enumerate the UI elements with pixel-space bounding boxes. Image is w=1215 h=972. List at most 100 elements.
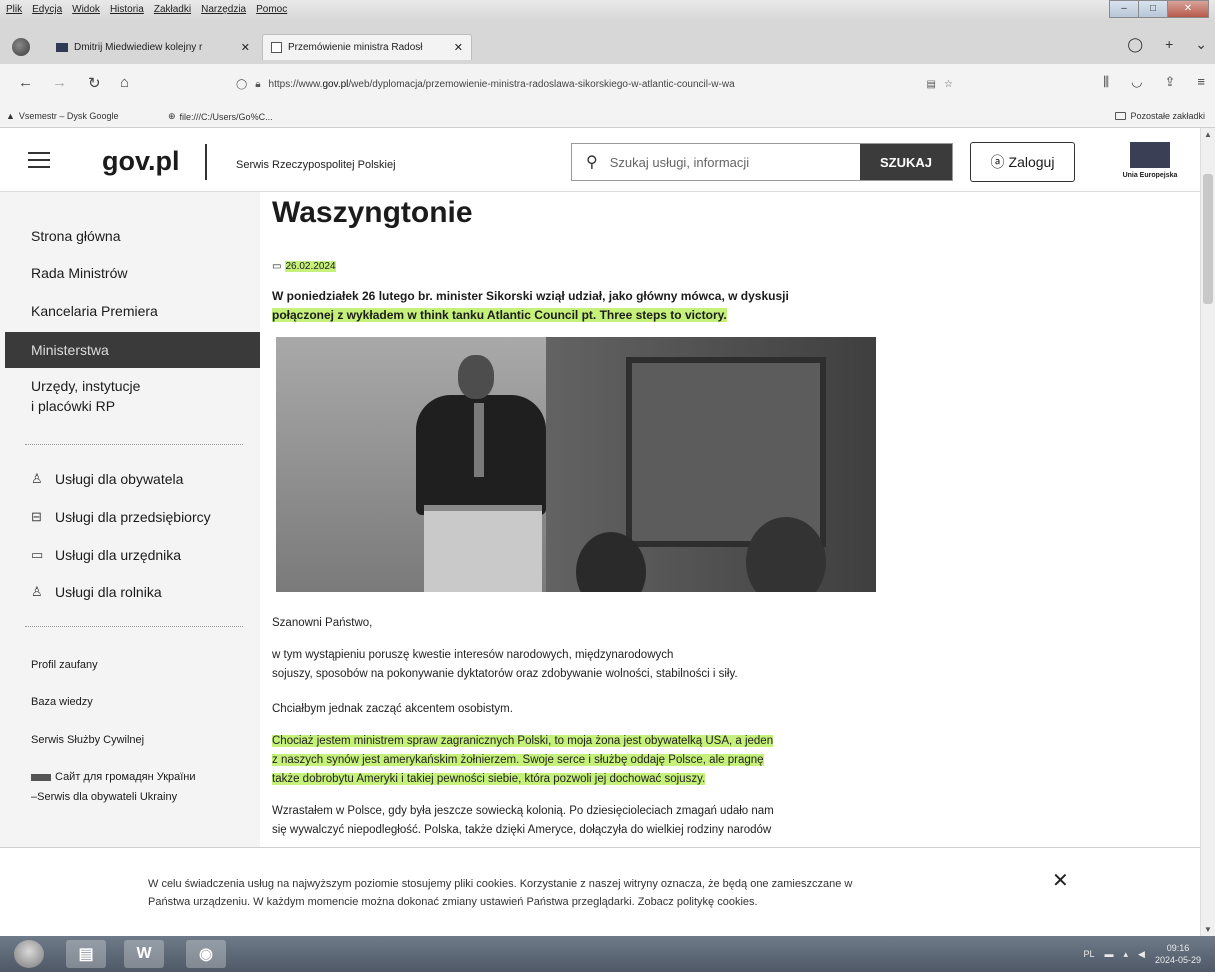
menu-icon[interactable]: ≡ <box>1197 74 1205 90</box>
speaker-head <box>458 355 494 399</box>
home-icon[interactable]: ⌂ <box>120 74 129 91</box>
search-input[interactable]: Szukaj usługi, informacji <box>610 155 860 170</box>
taskbar-explorer-icon[interactable]: ▤ <box>66 940 106 968</box>
url-text[interactable]: https://www.gov.pl/web/dyplomacja/przemo… <box>269 79 919 90</box>
service-label: Usługi dla urzędnika <box>55 547 182 563</box>
sidebar-item-uslugi-rolnik[interactable]: ♙ Usługi dla rolnika <box>31 584 162 600</box>
close-tab-icon[interactable]: ✕ <box>454 41 463 54</box>
tab-favicon-icon <box>271 42 282 53</box>
system-tray: PL ▬ ▴ ◀ 09:16 2024-05-29 <box>1083 942 1201 966</box>
keyboard-icon[interactable]: ▬ <box>1105 949 1114 959</box>
menu-pomoc[interactable]: Pomoc <box>256 4 287 15</box>
search-button[interactable]: SZUKAJ <box>860 144 952 180</box>
sidebar-item-urzedy[interactable]: Urzędy, instytucje <box>31 378 140 394</box>
sidebar-item-home[interactable]: Strona główna <box>31 228 121 244</box>
menu-narzedzia[interactable]: Narzędzia <box>201 4 246 15</box>
sidebar-item-uslugi-urzednik[interactable]: ▭ Usługi dla urzędnika <box>31 547 181 563</box>
close-window-button[interactable]: ✕ <box>1167 0 1209 18</box>
sidebar-item-ukraina-line2[interactable]: –Serwis dla obywateli Ukrainy <box>31 791 177 803</box>
paragraph: Szanowni Państwo, <box>272 617 373 629</box>
volume-icon[interactable]: ◀ <box>1138 949 1145 960</box>
menu-historia[interactable]: Historia <box>110 4 144 15</box>
briefcase-icon: ⊟ <box>31 509 42 524</box>
speaker-tie <box>474 403 484 477</box>
pocket-icon[interactable]: ◡ <box>1131 74 1142 90</box>
sidebar-item-ministerstwa[interactable]: Ministerstwa <box>5 332 260 368</box>
language-indicator[interactable]: PL <box>1083 949 1094 959</box>
sidebar: Strona główna Rada Ministrów Kancelaria … <box>0 192 260 847</box>
cookie-line: W celu świadczenia usług na najwyższym p… <box>148 878 853 890</box>
forward-button[interactable]: → <box>52 74 67 91</box>
paragraph-line: z naszych synów jest amerykańskim żołnie… <box>272 754 764 766</box>
sidebar-divider <box>25 626 243 627</box>
reload-button[interactable]: ↻ <box>88 74 101 92</box>
library-icon[interactable]: ⫼ <box>1103 74 1109 90</box>
bookmark-label: Vsemestr – Dysk Google <box>18 111 119 121</box>
sidebar-item-rada-ministrow[interactable]: Rada Ministrów <box>31 265 127 281</box>
service-label: Usługi dla przedsiębiorcy <box>55 509 211 525</box>
other-bookmarks[interactable]: Pozostałe zakładki <box>1115 111 1205 121</box>
clock-date: 2024-05-29 <box>1154 955 1201 965</box>
bookmark-label: Pozostałe zakładki <box>1130 111 1205 121</box>
list-tabs-chevron-icon[interactable]: ⌄ <box>1195 36 1207 53</box>
sidebar-item-kancelaria[interactable]: Kancelaria Premiera <box>31 303 158 319</box>
new-tab-button[interactable]: + <box>1165 36 1173 53</box>
lock-icon[interactable]: 🔒︎ <box>255 79 260 90</box>
search-icon: ⚲ <box>586 154 598 171</box>
scroll-down-icon[interactable]: ▼ <box>1204 925 1212 934</box>
menu-zakladki[interactable]: Zakładki <box>154 4 191 15</box>
close-tab-icon[interactable]: ✕ <box>241 41 250 54</box>
paragraph: Chciałbym jednak zacząć akcentem osobist… <box>272 703 513 715</box>
sidebar-item-sluzba-cywilna[interactable]: Serwis Służby Cywilnej <box>31 734 144 746</box>
paragraph-line: także dobrobytu Ameryki i takiej pewnośc… <box>272 773 706 785</box>
share-icon[interactable]: ⇪ <box>1165 74 1176 90</box>
sidebar-item-ukraina[interactable]: Сайт для громадян України <box>31 771 196 783</box>
ukraina-label: Сайт для громадян України <box>55 771 196 783</box>
login-button[interactable]: ⓐ Zaloguj <box>970 142 1075 182</box>
sidebar-item-baza-wiedzy[interactable]: Baza wiedzy <box>31 696 93 708</box>
bookmark-file[interactable]: ⊕ file:///C:/Users/Go%C... <box>168 111 273 122</box>
account-icon[interactable]: ◯ <box>1127 36 1143 53</box>
site-header: gov.pl Serwis Rzeczypospolitej Polskiej … <box>0 128 1200 192</box>
start-button[interactable] <box>14 940 44 968</box>
menu-widok[interactable]: Widok <box>72 4 100 15</box>
paragraph-line: Chociaż jestem ministrem spraw zagranicz… <box>272 735 774 747</box>
cookie-text: W celu świadczenia usług na najwyższym p… <box>148 875 1028 911</box>
tab-medvedev[interactable]: Dmitrij Miedwiediew kolejny r ✕ <box>48 34 258 60</box>
podium <box>424 505 542 592</box>
taskbar-firefox-icon[interactable]: ◉ <box>186 940 226 968</box>
service-name: Serwis Rzeczypospolitej Polskiej <box>236 159 396 171</box>
service-label: Usługi dla obywatela <box>55 471 184 487</box>
sidebar-item-uslugi-obywatel[interactable]: ♙ Usługi dla obywatela <box>31 471 183 487</box>
scroll-up-icon[interactable]: ▲ <box>1204 130 1212 139</box>
taskbar-word-icon[interactable]: W <box>124 940 164 968</box>
minimize-button[interactable]: – <box>1109 0 1139 18</box>
sidebar-item-profil-zaufany[interactable]: Profil zaufany <box>31 659 98 671</box>
maximize-button[interactable]: □ <box>1138 0 1168 18</box>
bookmark-star-icon[interactable]: ☆ <box>944 79 953 90</box>
tab-przemowienie[interactable]: Przemówienie ministra Radosł ✕ <box>262 34 472 60</box>
article-date: ▭ 26.02.2024 <box>272 261 336 272</box>
taskbar: ▤ W ◉ PL ▬ ▴ ◀ 09:16 2024-05-29 <box>0 936 1215 972</box>
tray-arrow-icon[interactable]: ▴ <box>1124 949 1129 960</box>
reader-view-icon[interactable]: ▤ <box>927 79 936 90</box>
back-button[interactable]: ← <box>18 74 33 91</box>
article-photo <box>276 337 876 592</box>
close-cookie-icon[interactable]: ✕ <box>1052 868 1069 893</box>
clock[interactable]: 09:16 2024-05-29 <box>1155 942 1201 966</box>
site-logo[interactable]: gov.pl <box>102 146 180 177</box>
sidebar-item-urzedy-line2[interactable]: i placówki RP <box>31 398 115 414</box>
address-bar[interactable]: ◯ 🔒︎ https://www.gov.pl/web/dyplomacja/p… <box>236 72 996 96</box>
bookmark-google-drive[interactable]: ▲ Vsemestr – Dysk Google <box>6 111 118 121</box>
hamburger-menu-icon[interactable] <box>28 152 50 173</box>
paragraph: Wzrastałem w Polsce, gdy była jeszcze so… <box>272 802 876 840</box>
page-scrollbar[interactable]: ▲ ▼ <box>1200 128 1215 936</box>
shield-icon[interactable]: ◯ <box>236 79 247 90</box>
sidebar-item-uslugi-przedsiebiorca[interactable]: ⊟ Usługi dla przedsiębiorcy <box>31 509 211 525</box>
eu-label: Unia Europejska <box>1122 172 1178 179</box>
firefox-icon[interactable] <box>12 38 30 56</box>
scrollbar-thumb[interactable] <box>1203 174 1213 304</box>
menu-plik[interactable]: Plik <box>6 4 22 15</box>
menu-edycja[interactable]: Edycja <box>32 4 62 15</box>
menu-bar: Plik Edycja Widok Historia Zakładki Narz… <box>0 0 1215 22</box>
